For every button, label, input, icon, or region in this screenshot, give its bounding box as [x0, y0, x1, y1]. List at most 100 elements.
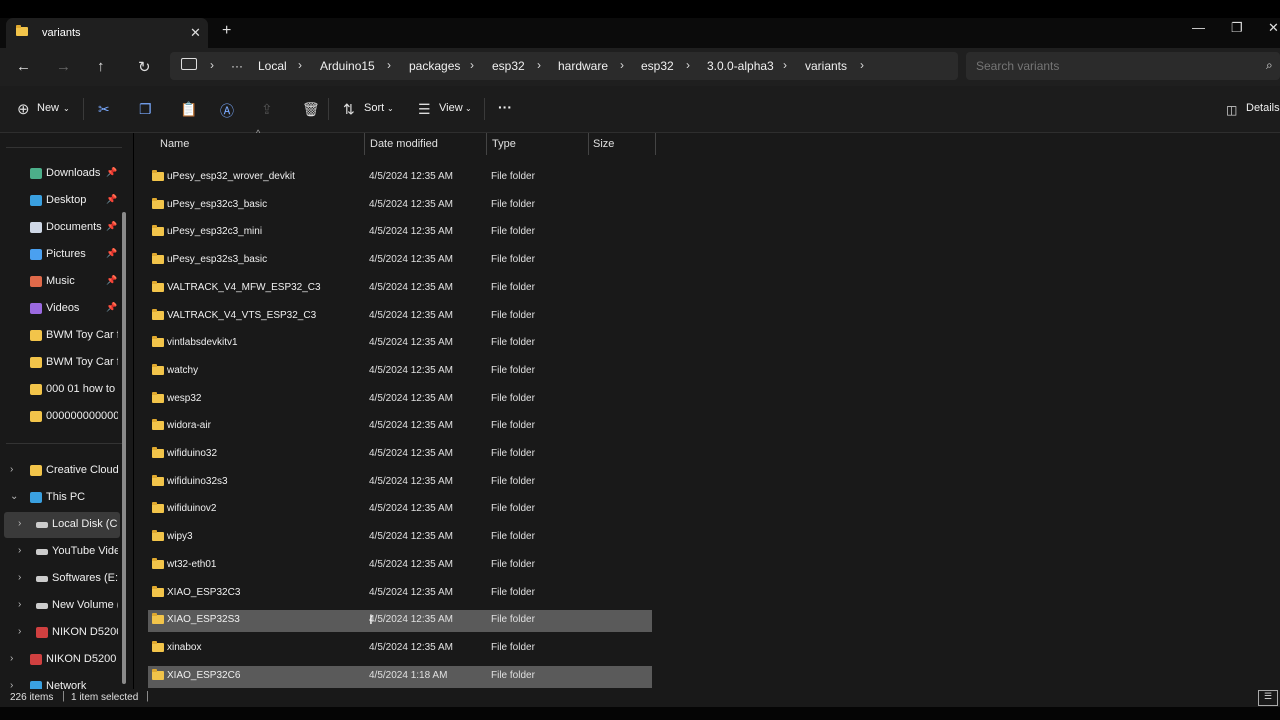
- chevron-right-icon[interactable]: ›: [18, 572, 21, 583]
- cut-icon[interactable]: ✂: [98, 101, 110, 118]
- table-row[interactable]: watchy 4/5/2024 12:35 AM File folder: [148, 361, 652, 383]
- navigation-scrollbar[interactable]: [122, 212, 126, 684]
- sidebar-item-nikon-d5200[interactable]: › NIKON D5200: [0, 620, 120, 646]
- table-row[interactable]: VALTRACK_V4_VTS_ESP32_C3 4/5/2024 12:35 A…: [148, 306, 652, 328]
- chevron-right-icon[interactable]: ›: [10, 653, 13, 664]
- restore-button[interactable]: ❐: [1231, 20, 1243, 36]
- sidebar-item-music[interactable]: Music 📌: [0, 269, 120, 295]
- new-button[interactable]: New: [37, 102, 59, 114]
- column-divider[interactable]: [364, 133, 365, 155]
- share-icon[interactable]: ⇪: [261, 101, 273, 118]
- table-row[interactable]: XIAO_ESP32S3 4/5/2024 12:35 AM File folder: [148, 610, 652, 633]
- chevron-right-icon[interactable]: ›: [18, 545, 21, 556]
- chevron-right-icon[interactable]: ›: [10, 464, 13, 475]
- column-divider[interactable]: [655, 133, 656, 155]
- table-row[interactable]: xinabox 4/5/2024 12:35 AM File folder: [148, 638, 652, 660]
- sidebar-item-softwares-e[interactable]: › Softwares (E:): [0, 566, 120, 592]
- table-row[interactable]: VALTRACK_V4_MFW_ESP32_C3 4/5/2024 12:35 A…: [148, 278, 652, 300]
- column-header-date[interactable]: Date modified: [370, 138, 438, 150]
- folder-icon: [30, 357, 42, 368]
- sidebar-item-nikon-d5200-c[interactable]: › NIKON D5200 (C: [0, 647, 120, 673]
- sidebar-item-videos[interactable]: Videos 📌: [0, 296, 120, 322]
- breadcrumb-local[interactable]: Local: [258, 59, 287, 73]
- more-options-button[interactable]: ···: [498, 99, 512, 115]
- table-row[interactable]: uPesy_esp32c3_mini 4/5/2024 12:35 AM File …: [148, 222, 652, 244]
- chevron-right-icon[interactable]: ›: [860, 58, 864, 72]
- pictures-icon: [30, 249, 42, 260]
- chevron-right-icon[interactable]: ›: [18, 626, 21, 637]
- breadcrumb-arduino15[interactable]: Arduino15: [320, 59, 375, 73]
- table-row[interactable]: wifiduino32s3 4/5/2024 12:35 AM File folde…: [148, 472, 652, 494]
- forward-button[interactable]: →: [56, 58, 71, 75]
- sidebar-item-bwm-toy-car-fo[interactable]: BWM Toy Car fo: [0, 350, 120, 376]
- close-tab-button[interactable]: ✕: [190, 25, 201, 41]
- table-row[interactable]: wesp32 4/5/2024 12:35 AM File folder: [148, 389, 652, 411]
- sidebar-item-label: NIKON D5200: [52, 626, 118, 638]
- sidebar-item-0000000000000[interactable]: 0000000000000: [0, 404, 120, 430]
- chevron-right-icon[interactable]: ›: [18, 599, 21, 610]
- column-header-size[interactable]: Size: [593, 138, 614, 150]
- table-row[interactable]: wt32-eth01 4/5/2024 12:35 AM File folder: [148, 555, 652, 577]
- sidebar-item-new-volume-i[interactable]: › New Volume (I: [0, 593, 120, 619]
- delete-icon[interactable]: 🗑: [302, 101, 320, 118]
- table-row[interactable]: wipy3 4/5/2024 12:35 AM File folder: [148, 527, 652, 549]
- chevron-down-icon[interactable]: ⌄: [10, 491, 18, 502]
- breadcrumb-more[interactable]: ···: [231, 59, 243, 73]
- chevron-right-icon: ›: [620, 58, 624, 72]
- column-header-name[interactable]: Name: [160, 138, 189, 150]
- rename-icon[interactable]: Ⓐ: [220, 101, 234, 121]
- file-type: File folder: [491, 364, 535, 376]
- tab-variants[interactable]: variants ✕: [6, 18, 208, 48]
- table-row[interactable]: vintlabsdevkitv1 4/5/2024 12:35 AM File fo…: [148, 333, 652, 355]
- close-window-button[interactable]: ✕: [1268, 20, 1279, 36]
- table-row[interactable]: XIAO_ESP32C6 4/5/2024 1:18 AM File folder: [148, 665, 652, 688]
- table-row[interactable]: XIAO_ESP32C3 4/5/2024 12:35 AM File folder: [148, 583, 652, 605]
- sort-button[interactable]: Sort: [364, 102, 384, 114]
- sidebar-item-bwm-toy-car-fo[interactable]: BWM Toy Car fo: [0, 323, 120, 349]
- column-divider[interactable]: [588, 133, 589, 155]
- up-button[interactable]: ↑: [97, 58, 105, 75]
- sidebar-item-youtube-videc[interactable]: › YouTube Videc: [0, 539, 120, 565]
- breadcrumb-esp32-2[interactable]: esp32: [641, 59, 674, 73]
- column-header-type[interactable]: Type: [492, 138, 516, 150]
- column-divider[interactable]: [486, 133, 487, 155]
- sidebar-item-desktop[interactable]: Desktop 📌: [0, 188, 120, 214]
- back-button[interactable]: ←: [16, 58, 31, 75]
- file-type: File folder: [491, 281, 535, 293]
- sidebar-item-this-pc[interactable]: ⌄ This PC: [0, 485, 120, 511]
- table-row[interactable]: wifiduinov2 4/5/2024 12:35 AM File folder: [148, 499, 652, 521]
- sidebar-item-downloads[interactable]: Downloads 📌: [0, 161, 120, 187]
- table-row[interactable]: uPesy_esp32s3_basic 4/5/2024 12:35 AM File…: [148, 250, 652, 272]
- folder-icon: [152, 557, 164, 572]
- details-button[interactable]: Details: [1246, 102, 1280, 114]
- breadcrumb-hardware[interactable]: hardware: [558, 59, 608, 73]
- details-view-icon[interactable]: ☰: [1258, 690, 1278, 706]
- sidebar-item-pictures[interactable]: Pictures 📌: [0, 242, 120, 268]
- chevron-right-icon[interactable]: ›: [18, 518, 21, 529]
- table-row[interactable]: uPesy_esp32_wrover_devkit 4/5/2024 12:35 …: [148, 167, 652, 189]
- paste-icon[interactable]: 📋: [180, 101, 197, 118]
- view-icon: ☰: [418, 101, 431, 117]
- view-button[interactable]: View: [439, 102, 463, 114]
- folder-icon: [152, 391, 164, 406]
- breadcrumb-esp32[interactable]: esp32: [492, 59, 525, 73]
- sidebar-item-000-01-how-to-a[interactable]: 000 01 how to a: [0, 377, 120, 403]
- folder-icon: [152, 280, 164, 295]
- breadcrumb-packages[interactable]: packages: [409, 59, 460, 73]
- refresh-button[interactable]: ↻: [138, 58, 151, 76]
- breadcrumb-version[interactable]: 3.0.0-alpha3: [707, 59, 774, 73]
- table-row[interactable]: uPesy_esp32c3_basic 4/5/2024 12:35 AM File…: [148, 195, 652, 217]
- table-row[interactable]: widora-air 4/5/2024 12:35 AM File folder: [148, 416, 652, 438]
- new-tab-button[interactable]: +: [222, 22, 231, 40]
- search-icon[interactable]: ⌕: [1266, 58, 1273, 73]
- search-input[interactable]: [976, 59, 1236, 73]
- sidebar-item-documents[interactable]: Documents 📌: [0, 215, 120, 241]
- sidebar-item-creative-cloud-f[interactable]: › Creative Cloud F: [0, 458, 120, 484]
- sidebar-item-local-disk-c[interactable]: › Local Disk (C:): [4, 512, 120, 538]
- folder-icon: [152, 585, 164, 600]
- copy-icon[interactable]: ❐: [139, 101, 152, 118]
- breadcrumb-variants[interactable]: variants: [805, 59, 847, 73]
- file-type: File folder: [491, 448, 535, 459]
- minimize-button[interactable]: —: [1192, 20, 1205, 35]
- table-row[interactable]: wifiduino32 4/5/2024 12:35 AM File folder: [148, 444, 652, 466]
